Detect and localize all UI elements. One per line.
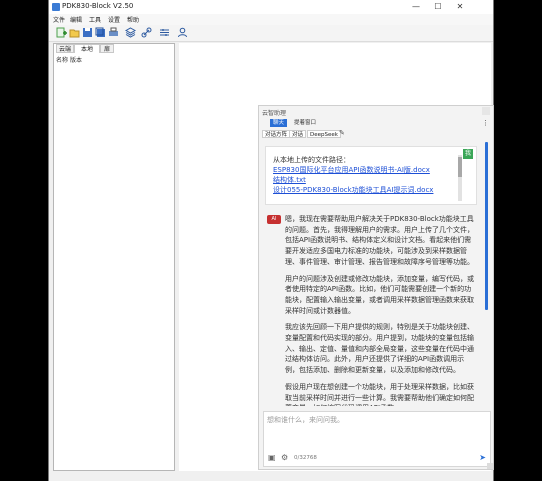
menu-settings[interactable]: 设置: [108, 15, 120, 24]
upload-path-label: 从本地上传的文件路径：: [273, 156, 350, 164]
settings-icon[interactable]: [159, 27, 170, 38]
subtab-dialog[interactable]: 对话: [289, 130, 307, 138]
file-link[interactable]: ESP830国际化平台应用API函数说明书-AI版.docx: [273, 165, 430, 175]
menu-bar: 文件 编辑 工具 设置 帮助: [49, 14, 493, 25]
print-icon[interactable]: [108, 27, 119, 38]
user-message: 从本地上传的文件路径： ESP830国际化平台应用API函数说明书-AI版.do…: [265, 146, 477, 205]
edit-icon[interactable]: ✎: [339, 129, 345, 137]
file-list-scroll-thumb[interactable]: [458, 157, 462, 177]
column-header-version[interactable]: 版本: [70, 55, 82, 64]
column-header-name[interactable]: 名称: [56, 55, 68, 64]
gear-icon[interactable]: ⚙: [281, 453, 288, 462]
bot-paragraph: 假设用户现在想创建一个功能块，用于处理采样数据，比如获取当前采样时间并进行一些计…: [285, 382, 474, 406]
bot-avatar: AI: [267, 215, 281, 224]
ai-assistant-panel: 云智助理 聊天 提着窗口 ⋮ 对话方阵 对话 DeepSeek ✎ 从本地上传的…: [258, 105, 494, 470]
menu-tools[interactable]: 工具: [89, 15, 101, 24]
message-scrollbar[interactable]: [485, 142, 488, 310]
menu-file[interactable]: 文件: [53, 15, 65, 24]
tab-cloud[interactable]: 云端: [56, 44, 74, 53]
file-link[interactable]: 设计055-PDK830-Block功能块工具AI提示词.docx: [273, 185, 433, 195]
link-icon[interactable]: [141, 27, 152, 38]
menu-edit[interactable]: 编辑: [70, 15, 82, 24]
send-button[interactable]: ➤: [479, 453, 486, 462]
tab-extra[interactable]: 扉: [100, 44, 114, 53]
more-menu-icon[interactable]: ⋮: [482, 119, 489, 127]
minimize-button[interactable]: —: [405, 0, 427, 14]
toolbar: [49, 25, 493, 42]
save-icon[interactable]: [82, 27, 93, 38]
subtab-deepseek[interactable]: DeepSeek: [307, 130, 341, 138]
menu-help[interactable]: 帮助: [127, 15, 139, 24]
tab-window[interactable]: 提着窗口: [291, 119, 319, 127]
user-icon[interactable]: [177, 27, 188, 38]
subtab-dialog-matrix[interactable]: 对话方阵: [262, 130, 291, 138]
bot-message: 嗯，我现在需要帮助用户解决关于PDK830-Block功能块工具的问题。首先，我…: [285, 214, 475, 406]
panel-title: 云智助理: [262, 110, 287, 117]
open-icon[interactable]: [69, 27, 80, 38]
layers-icon[interactable]: [125, 27, 136, 38]
resize-grip[interactable]: [487, 463, 493, 469]
maximize-button[interactable]: ☐: [427, 0, 449, 14]
bot-paragraph: 用户的问题涉及创建或修改功能块，添加变量，编写代码，或者使用特定的API函数。比…: [285, 274, 474, 315]
file-link[interactable]: 结构体.txt: [273, 175, 306, 185]
new-icon[interactable]: [56, 27, 67, 38]
tab-chat[interactable]: 聊天: [270, 119, 288, 127]
message-list: 从本地上传的文件路径： ESP830国际化平台应用API函数说明书-AI版.do…: [263, 142, 489, 406]
image-icon[interactable]: ▣: [268, 453, 276, 462]
title-bar: PDK830-Block V2.50 — ☐ ✕: [49, 0, 493, 14]
save-all-icon[interactable]: [95, 27, 106, 38]
tab-local[interactable]: 本地: [74, 44, 100, 53]
window-title: PDK830-Block V2.50: [62, 2, 134, 10]
bot-paragraph: 嗯，我现在需要帮助用户解决关于PDK830-Block功能块工具的问题。首先，我…: [285, 215, 474, 266]
bot-paragraph: 我应该先回顾一下用户提供的规则，特别是关于功能块创建、变量配置和代码实现的部分。…: [285, 323, 474, 375]
close-button[interactable]: ✕: [449, 0, 471, 14]
panel-close-button[interactable]: [482, 107, 490, 115]
user-avatar: 我: [463, 149, 473, 159]
chat-input[interactable]: 想和谁什么，来问问我。 ▣ ⚙ 0/32768 ➤: [263, 411, 491, 467]
chat-input-placeholder: 想和谁什么，来问问我。: [267, 416, 344, 424]
project-panel: 云端 本地 扉 名称 版本: [53, 43, 175, 471]
app-logo-icon: [52, 3, 60, 11]
char-counter: 0/32768: [294, 455, 317, 461]
